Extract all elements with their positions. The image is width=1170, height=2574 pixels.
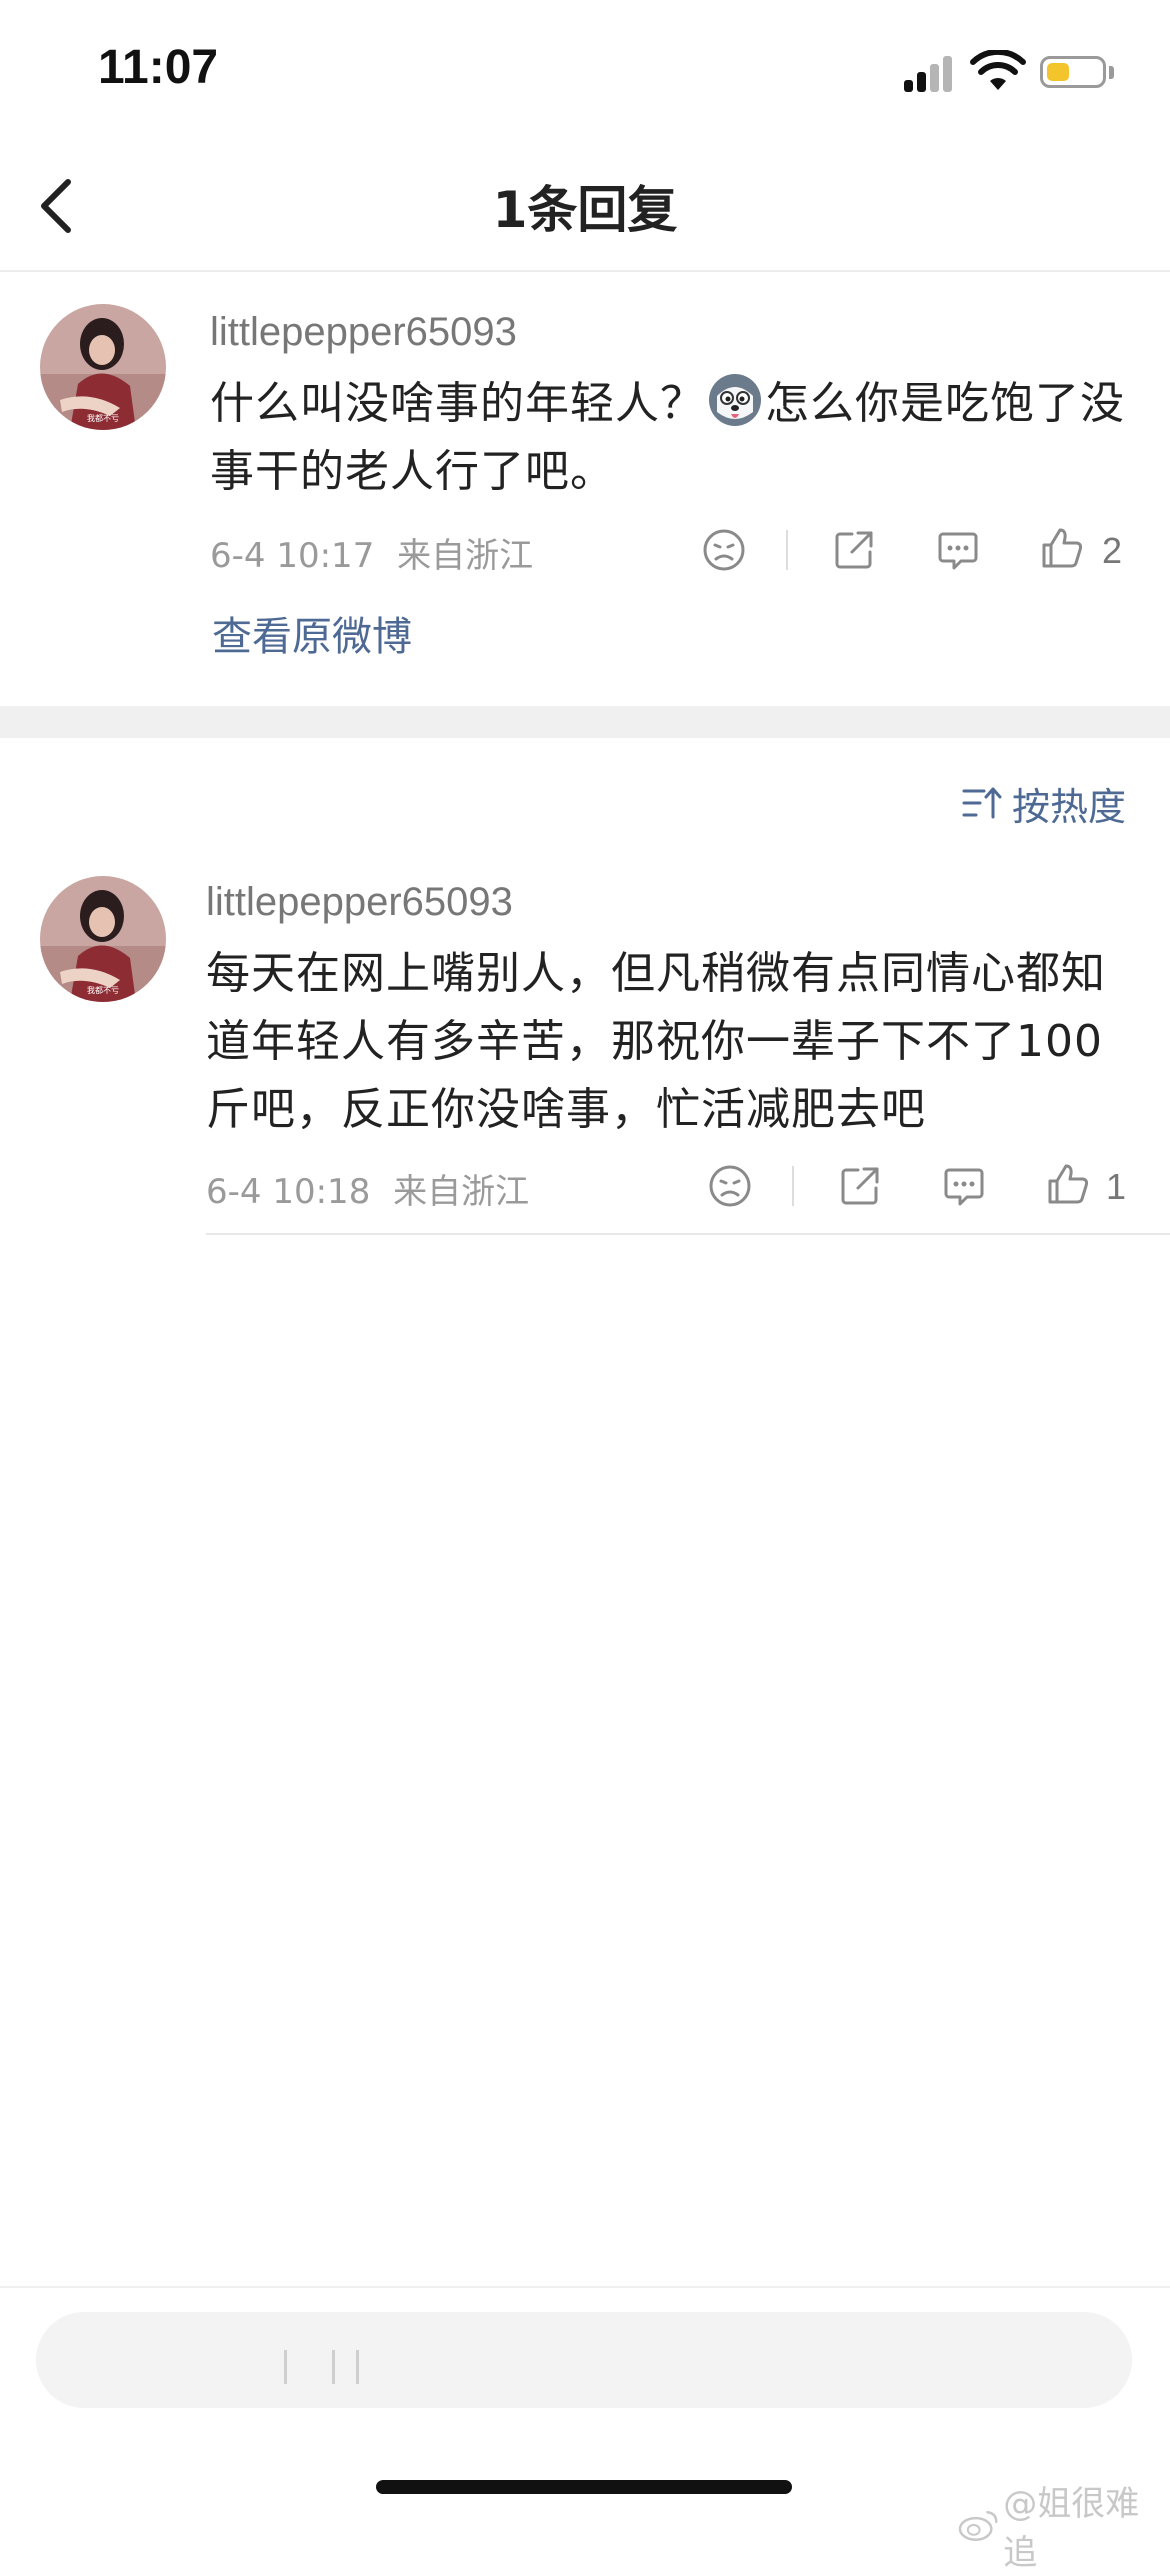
input-placeholder-mark	[356, 2350, 359, 2384]
view-original-link[interactable]: 查看原微博	[212, 604, 412, 662]
weibo-logo-icon	[958, 2511, 998, 2541]
dislike-face-icon[interactable]	[700, 526, 748, 574]
reply-username[interactable]: littlepepper65093	[206, 880, 513, 925]
svg-text:我都不亏: 我都不亏	[87, 413, 119, 423]
reply-time: 6-4 10:18	[206, 1172, 371, 1212]
thumbs-up-icon[interactable]	[1038, 524, 1086, 572]
status-bar: 11:07	[0, 0, 1170, 140]
bottom-divider	[0, 2286, 1170, 2288]
avatar-image: 我都不亏	[40, 876, 166, 1002]
section-separator	[0, 706, 1170, 738]
reply-meta: 6-4 10:18 来自浙江	[206, 1164, 529, 1213]
input-placeholder-mark	[332, 2350, 335, 2384]
battery-cap	[1109, 66, 1114, 79]
battery-level	[1047, 63, 1069, 81]
comment-username[interactable]: littlepepper65093	[210, 310, 517, 355]
status-time: 11:07	[98, 41, 219, 94]
avatar[interactable]: 我都不亏	[40, 876, 166, 1002]
reply-location: 来自浙江	[393, 1172, 530, 1212]
reply-text: 每天在网上嘴别人，但凡稍微有点同情心都知道年轻人有多辛苦，那祝你一辈子下不了10…	[206, 948, 1106, 1135]
dislike-face-icon[interactable]	[706, 1162, 754, 1210]
reply-input[interactable]	[36, 2312, 1132, 2408]
row-divider	[206, 1233, 1170, 1235]
comment-location: 来自浙江	[397, 536, 534, 576]
avatar[interactable]: 我都不亏	[40, 304, 166, 430]
thumbs-up-icon[interactable]	[1044, 1160, 1092, 1208]
comment-icon[interactable]	[934, 526, 982, 574]
wifi-icon	[970, 50, 1026, 90]
sort-icon	[962, 787, 1002, 819]
comment-meta: 6-4 10:17 来自浙江	[210, 528, 533, 577]
like-count: 2	[1102, 530, 1123, 571]
comment-text: 什么叫没啥事的年轻人？ 怎么你是吃饱了没事干的老人行了吧。	[210, 370, 1130, 506]
comment-time: 6-4 10:17	[210, 536, 375, 576]
nav-bar: 1条回复	[0, 140, 1170, 272]
husky-emoji	[709, 374, 761, 426]
svg-text:我都不亏: 我都不亏	[87, 985, 119, 995]
comment-text-part1: 什么叫没啥事的年轻人？	[210, 378, 705, 429]
sort-label: 按热度	[1012, 784, 1127, 829]
page-title: 1条回复	[492, 181, 678, 239]
signal-icon	[904, 52, 956, 92]
input-placeholder-mark	[284, 2350, 287, 2384]
watermark: @姐很难追	[958, 2476, 1170, 2574]
like-count: 1	[1106, 1166, 1127, 1207]
action-divider	[792, 1166, 794, 1206]
battery-icon	[1040, 56, 1106, 88]
comment-icon[interactable]	[940, 1162, 988, 1210]
share-icon[interactable]	[830, 526, 878, 574]
home-indicator	[376, 2480, 792, 2494]
action-divider	[786, 530, 788, 570]
avatar-image: 我都不亏	[40, 304, 166, 430]
watermark-text: @姐很难追	[1003, 2484, 1140, 2573]
sort-button[interactable]: 按热度	[962, 778, 1127, 829]
share-icon[interactable]	[836, 1162, 884, 1210]
